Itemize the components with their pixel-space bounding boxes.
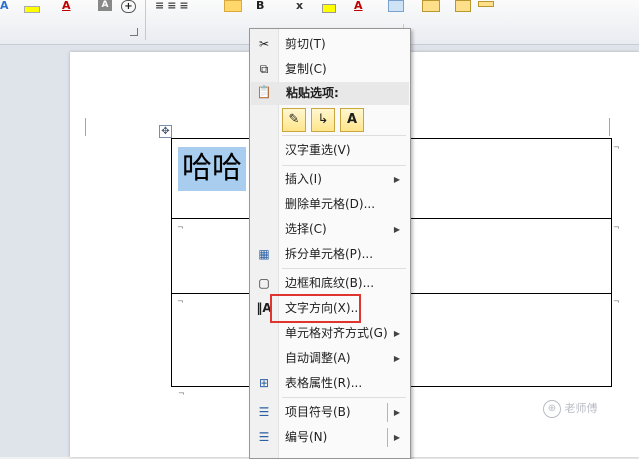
- menu-item-label: 边框和底纹(B)...: [285, 276, 375, 290]
- paste-text-only-icon[interactable]: A: [340, 108, 364, 132]
- menu-item-label: 删除单元格(D)...: [285, 197, 376, 211]
- menu-item-label: 插入(I): [285, 172, 322, 186]
- submenu-arrow-icon: ▶: [393, 354, 400, 363]
- menu-item-label: 汉字重选(V): [285, 143, 351, 157]
- menu-item-label: 项目符号(B): [285, 405, 351, 419]
- annotation-highlight-box: [270, 294, 361, 323]
- table-properties-icon: ⊞: [258, 376, 270, 390]
- split-button-divider: [387, 403, 388, 422]
- menu-item-delete-cells[interactable]: 删除单元格(D)...: [250, 192, 410, 217]
- context-menu: ✂ 剪切(T) ⧉ 复制(C) 📋 粘贴选项: ✎ ↳ A 汉字重选(V) 插入…: [249, 28, 411, 459]
- row-end-mark: ¬: [613, 297, 620, 306]
- menu-item-label: 选择(C): [285, 222, 327, 236]
- style-swatch-icon[interactable]: [478, 1, 494, 7]
- justify-button[interactable]: [224, 0, 242, 12]
- shading-icon[interactable]: [388, 0, 404, 12]
- menu-separator: [282, 165, 406, 166]
- ribbon-separator: [145, 0, 146, 40]
- watermark: ⊕ 老师傅: [543, 400, 598, 418]
- watermark-text: 老师傅: [564, 402, 598, 415]
- highlight-color-icon-2[interactable]: [322, 4, 336, 13]
- menu-item-numbering[interactable]: ☰ 编号(N) ▶: [250, 425, 410, 450]
- menu-item-label: 编号(N): [285, 430, 328, 444]
- split-button-divider: [387, 428, 388, 447]
- copy-icon: ⧉: [259, 62, 269, 76]
- table-move-handle-icon[interactable]: ✥: [159, 125, 172, 138]
- menu-item-copy[interactable]: ⧉ 复制(C): [250, 57, 410, 82]
- align-buttons-icon[interactable]: ≡≡≡: [155, 0, 203, 12]
- menu-item-select[interactable]: 选择(C) ▶: [250, 217, 410, 242]
- menu-item-label: 单元格对齐方式(G): [285, 326, 388, 340]
- menu-item-label: 拆分单元格(P)...: [285, 247, 374, 261]
- text-effects-icon[interactable]: A: [0, 0, 9, 12]
- crop-mark: [85, 118, 86, 136]
- menu-item-insert[interactable]: 插入(I) ▶: [250, 167, 410, 192]
- selected-cell-text[interactable]: 哈哈: [178, 147, 246, 191]
- menu-item-label: 粘贴选项:: [286, 86, 339, 100]
- borders-button-icon[interactable]: [422, 0, 440, 12]
- strikethrough-icon[interactable]: x: [296, 0, 303, 12]
- bullets-icon: ☰: [258, 405, 270, 419]
- enclose-characters-icon[interactable]: +: [121, 0, 136, 13]
- menu-item-bullets[interactable]: ☰ 项目符号(B) ▶: [250, 400, 410, 425]
- submenu-arrow-icon: ▶: [393, 225, 400, 234]
- cell-end-mark: ¬: [177, 223, 184, 232]
- submenu-arrow-icon: ▶: [393, 329, 400, 338]
- split-cells-icon: ▦: [258, 247, 270, 261]
- submenu-arrow-icon[interactable]: ▶: [394, 430, 400, 445]
- row-end-mark: ¬: [613, 223, 620, 232]
- paste-options-header: 📋 粘贴选项:: [251, 82, 409, 105]
- menu-item-cell-alignment[interactable]: 单元格对齐方式(G) ▶: [250, 321, 410, 346]
- font-dialog-launcher-icon[interactable]: [130, 28, 138, 36]
- menu-item-autofit[interactable]: 自动调整(A) ▶: [250, 346, 410, 371]
- character-shading-icon[interactable]: A: [98, 0, 112, 11]
- numbering-icon: ☰: [258, 430, 270, 444]
- menu-item-split-cells[interactable]: ▦ 拆分单元格(P)...: [250, 242, 410, 267]
- menu-separator: [282, 397, 406, 398]
- bold-button[interactable]: B: [256, 0, 264, 12]
- submenu-arrow-icon: ▶: [393, 175, 400, 184]
- scissors-icon: ✂: [258, 37, 270, 51]
- menu-item-cut[interactable]: ✂ 剪切(T): [250, 32, 410, 57]
- menu-item-borders-shading[interactable]: ▢ 边框和底纹(B)...: [250, 271, 410, 296]
- paste-icon: 📋: [256, 85, 272, 99]
- paste-keep-formatting-icon[interactable]: ✎: [282, 108, 306, 132]
- paragraph-mark: ¬: [178, 389, 185, 398]
- menu-item-label: 自动调整(A): [285, 351, 351, 365]
- menu-item-label: 表格属性(R)...: [285, 376, 363, 390]
- menu-separator: [282, 268, 406, 269]
- menu-item-label: 剪切(T): [285, 37, 326, 51]
- format-painter-icon[interactable]: [455, 0, 471, 12]
- highlight-color-icon[interactable]: [24, 6, 40, 13]
- font-color-icon[interactable]: A: [62, 0, 71, 12]
- watermark-logo-icon: ⊕: [543, 400, 561, 418]
- row-end-mark: ¬: [613, 143, 620, 152]
- menu-separator: [282, 135, 406, 136]
- menu-item-reconvert[interactable]: 汉字重选(V): [250, 138, 410, 163]
- submenu-arrow-icon[interactable]: ▶: [394, 405, 400, 420]
- font-color-icon-2[interactable]: A: [354, 0, 363, 12]
- crop-mark: [609, 118, 610, 136]
- borders-icon: ▢: [258, 276, 270, 290]
- paste-merge-formatting-icon[interactable]: ↳: [311, 108, 335, 132]
- menu-item-table-properties[interactable]: ⊞ 表格属性(R)...: [250, 371, 410, 396]
- menu-item-label: 复制(C): [285, 62, 327, 76]
- cell-end-mark: ¬: [177, 297, 184, 306]
